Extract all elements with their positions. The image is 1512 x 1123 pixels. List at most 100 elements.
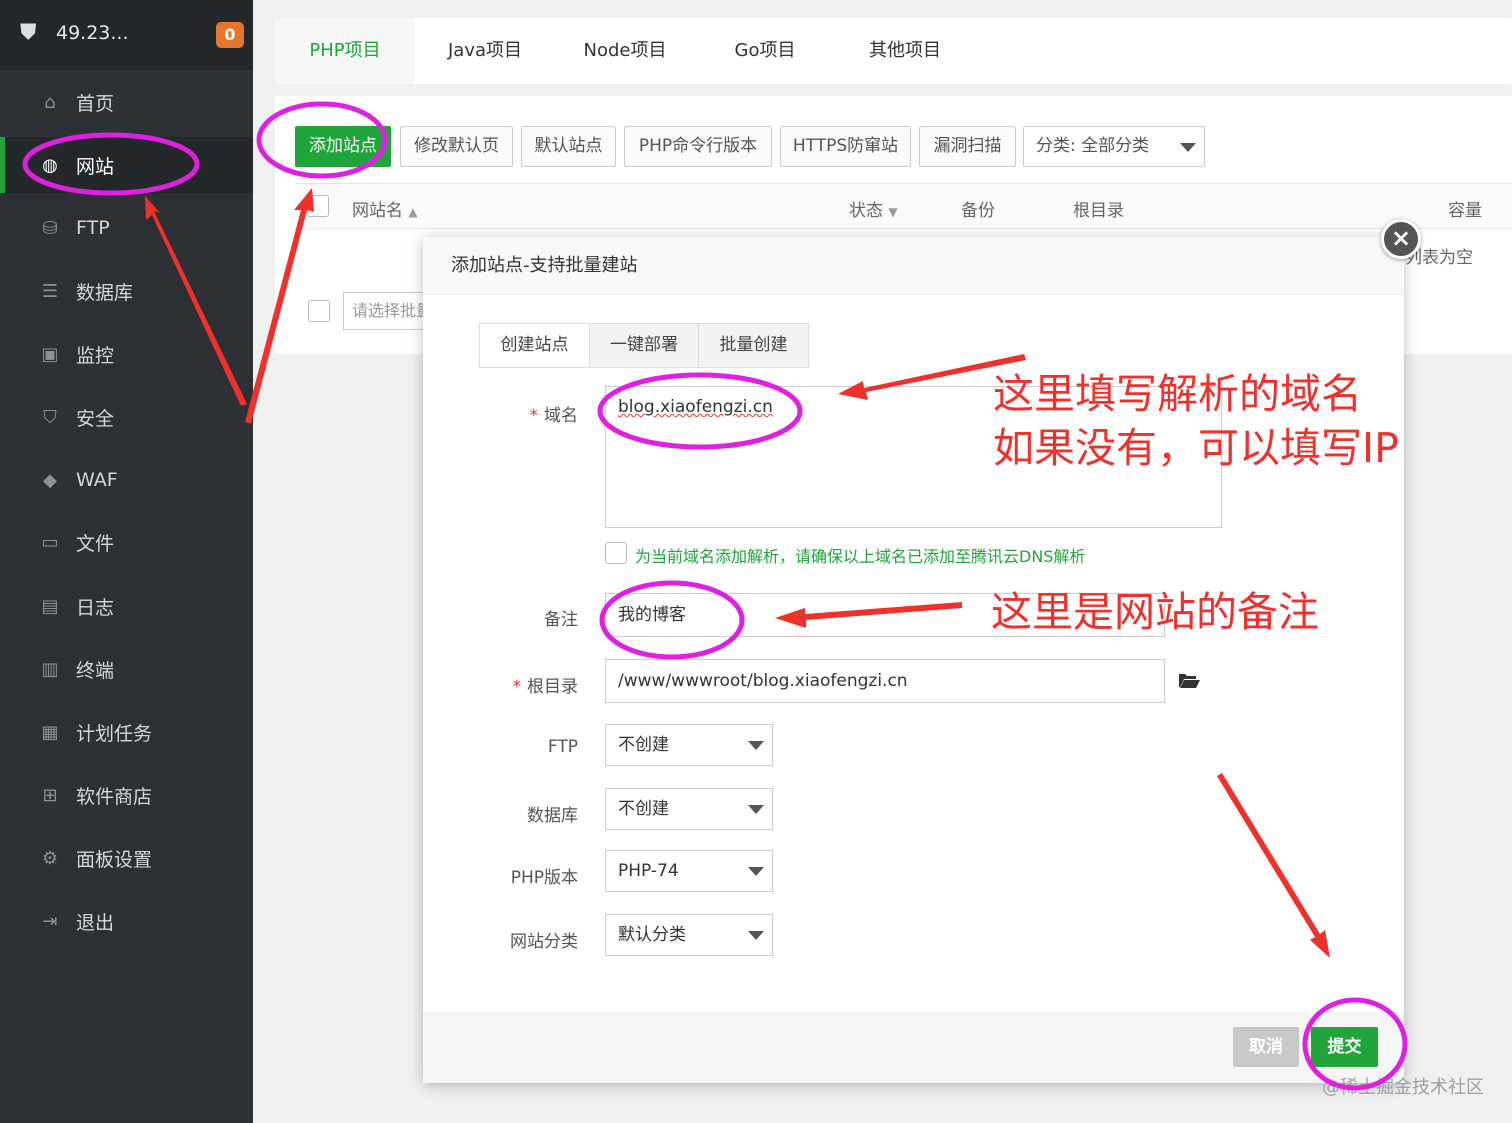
root-dir-input[interactable]: /www/wwwroot/blog.xiaofengzi.cn xyxy=(605,659,1165,703)
site-category-select[interactable]: 默认分类 xyxy=(605,914,773,956)
tab-node[interactable]: Node项目 xyxy=(555,18,695,84)
log-icon: ▤ xyxy=(41,595,59,617)
calendar-icon: ▦ xyxy=(41,721,59,743)
sidebar-item-label: 文件 xyxy=(76,532,115,555)
sidebar-item-files[interactable]: ▭ 文件 xyxy=(0,514,253,570)
column-capacity: 容量 xyxy=(1448,201,1482,221)
folder-open-icon[interactable] xyxy=(1178,672,1200,688)
sidebar-item-security[interactable]: ⛉ 安全 xyxy=(0,389,253,445)
column-status[interactable]: 状态 ▼ xyxy=(849,196,898,221)
sidebar-item-label: WAF xyxy=(76,469,118,491)
tab-one-click-deploy[interactable]: 一键部署 xyxy=(589,323,699,368)
gear-icon: ⚙ xyxy=(41,847,59,869)
sidebar-item-home[interactable]: ⌂ 首页 xyxy=(0,74,253,130)
annotation-remark: 这里是网站的备注 xyxy=(991,588,1319,636)
sidebar-item-logout[interactable]: ⇥ 退出 xyxy=(0,893,253,949)
watermark: @稀土掘金技术社区 xyxy=(1322,1077,1484,1098)
message-badge[interactable]: 0 xyxy=(216,22,244,48)
chevron-down-icon xyxy=(1180,143,1196,152)
sidebar-item-label: 网站 xyxy=(76,155,115,178)
domain-value: blog.xiaofengzi.cn xyxy=(618,397,773,417)
monitor-icon: ▣ xyxy=(41,343,59,365)
sidebar-item-store[interactable]: ⊞ 软件商店 xyxy=(0,767,253,823)
sidebar-item-cron[interactable]: ▦ 计划任务 xyxy=(0,704,253,760)
submit-button[interactable]: 提交 xyxy=(1311,1027,1378,1067)
category-select[interactable]: 分类: 全部分类 xyxy=(1023,126,1205,167)
php-version-select-value: PHP-74 xyxy=(618,861,679,881)
project-tabs: PHP项目 Java项目 Node项目 Go项目 其他项目 xyxy=(275,18,1512,84)
logout-icon: ⇥ xyxy=(42,910,58,932)
tab-divider xyxy=(478,367,810,368)
sidebar-item-settings[interactable]: ⚙ 面板设置 xyxy=(0,830,253,886)
sidebar-item-label: 首页 xyxy=(76,92,115,115)
globe-icon: ◍ xyxy=(42,154,58,176)
dialog-title: 添加站点-支持批量建站 xyxy=(423,237,1404,295)
site-category-label: 网站分类 xyxy=(510,932,578,952)
remark-label: 备注 xyxy=(544,610,578,630)
tab-other[interactable]: 其他项目 xyxy=(835,18,975,84)
edit-default-page-button[interactable]: 修改默认页 xyxy=(400,126,513,167)
sidebar-item-label: 终端 xyxy=(76,659,115,682)
annotation-domain-line1: 这里填写解析的域名 xyxy=(993,370,1362,418)
sidebar-item-label: 面板设置 xyxy=(76,848,153,871)
remark-value: 我的博客 xyxy=(618,605,686,625)
default-site-button[interactable]: 默认站点 xyxy=(521,126,616,167)
sidebar: ⛊ 49.23... 0 ⌂ 首页 ◍ 网站 ⛁ FTP ☰ 数据库 ▣ 监控 ⛉ 安全 ◆… xyxy=(0,0,253,1123)
terminal-icon: ▥ xyxy=(41,658,59,680)
tab-batch-create[interactable]: 批量创建 xyxy=(698,323,809,368)
ftp-select[interactable]: 不创建 xyxy=(605,724,773,766)
category-select-value: 分类: 全部分类 xyxy=(1036,136,1150,156)
dns-resolve-checkbox[interactable] xyxy=(605,542,627,564)
sidebar-item-label: 计划任务 xyxy=(76,722,153,745)
annotation-domain-line2: 如果没有，可以填写IP xyxy=(993,424,1399,472)
sidebar-item-terminal[interactable]: ▥ 终端 xyxy=(0,641,253,697)
column-root-dir: 根目录 xyxy=(1073,201,1124,221)
domain-label: * 域名 xyxy=(529,406,579,426)
site-category-select-value: 默认分类 xyxy=(618,925,686,945)
sidebar-item-website[interactable]: ◍ 网站 xyxy=(0,137,253,193)
column-site-name-label: 网站名 xyxy=(352,201,403,221)
panel-logo-icon: ⛊ xyxy=(20,20,37,45)
add-site-button[interactable]: 添加站点 xyxy=(295,126,391,167)
sidebar-item-label: 退出 xyxy=(76,911,115,934)
php-version-select[interactable]: PHP-74 xyxy=(605,850,773,892)
vuln-scan-button[interactable]: 漏洞扫描 xyxy=(919,126,1016,167)
tab-go[interactable]: Go项目 xyxy=(695,18,835,84)
database-select-value: 不创建 xyxy=(618,799,669,819)
domain-label-text: 域名 xyxy=(544,406,578,426)
sidebar-item-monitor[interactable]: ▣ 监控 xyxy=(0,326,253,382)
chevron-down-icon xyxy=(748,805,764,814)
tab-create-site[interactable]: 创建站点 xyxy=(479,323,590,368)
sidebar-item-logs[interactable]: ▤ 日志 xyxy=(0,578,253,634)
folder-icon: ▭ xyxy=(41,531,59,553)
sidebar-item-waf[interactable]: ◆ WAF xyxy=(0,452,253,508)
grid-icon: ⊞ xyxy=(42,784,58,806)
chevron-down-icon xyxy=(748,867,764,876)
cancel-button[interactable]: 取消 xyxy=(1233,1027,1299,1067)
batch-operation-select[interactable]: 请选择批量操作 xyxy=(343,292,428,330)
database-select[interactable]: 不创建 xyxy=(605,788,773,830)
sidebar-header: ⛊ 49.23... 0 xyxy=(0,0,253,70)
root-dir-value: /www/wwwroot/blog.xiaofengzi.cn xyxy=(618,671,908,691)
shield-icon: ⛉ xyxy=(43,406,57,428)
sidebar-item-label: 安全 xyxy=(76,407,115,430)
php-cli-version-button[interactable]: PHP命令行版本 xyxy=(624,126,772,167)
column-site-name[interactable]: 网站名 ▲ xyxy=(352,196,418,221)
ftp-label: FTP xyxy=(547,737,578,757)
tab-php[interactable]: PHP项目 xyxy=(275,18,415,84)
sidebar-item-ftp[interactable]: ⛁ FTP xyxy=(0,200,253,256)
chevron-down-icon xyxy=(748,931,764,940)
sidebar-item-database[interactable]: ☰ 数据库 xyxy=(0,263,253,319)
https-protection-button[interactable]: HTTPS防窜站 xyxy=(780,126,911,167)
root-dir-label: * 根目录 xyxy=(512,677,579,697)
close-icon[interactable]: × xyxy=(1381,219,1421,259)
sidebar-item-label: 数据库 xyxy=(76,281,134,304)
tab-java[interactable]: Java项目 xyxy=(415,18,555,84)
select-all-checkbox[interactable] xyxy=(307,195,329,217)
server-ip: 49.23... xyxy=(56,22,129,44)
php-version-label: PHP版本 xyxy=(510,868,578,888)
row-select-checkbox[interactable] xyxy=(308,300,330,322)
root-dir-label-text: 根目录 xyxy=(527,677,578,697)
home-icon: ⌂ xyxy=(44,91,56,113)
waf-shield-icon: ◆ xyxy=(43,469,57,491)
